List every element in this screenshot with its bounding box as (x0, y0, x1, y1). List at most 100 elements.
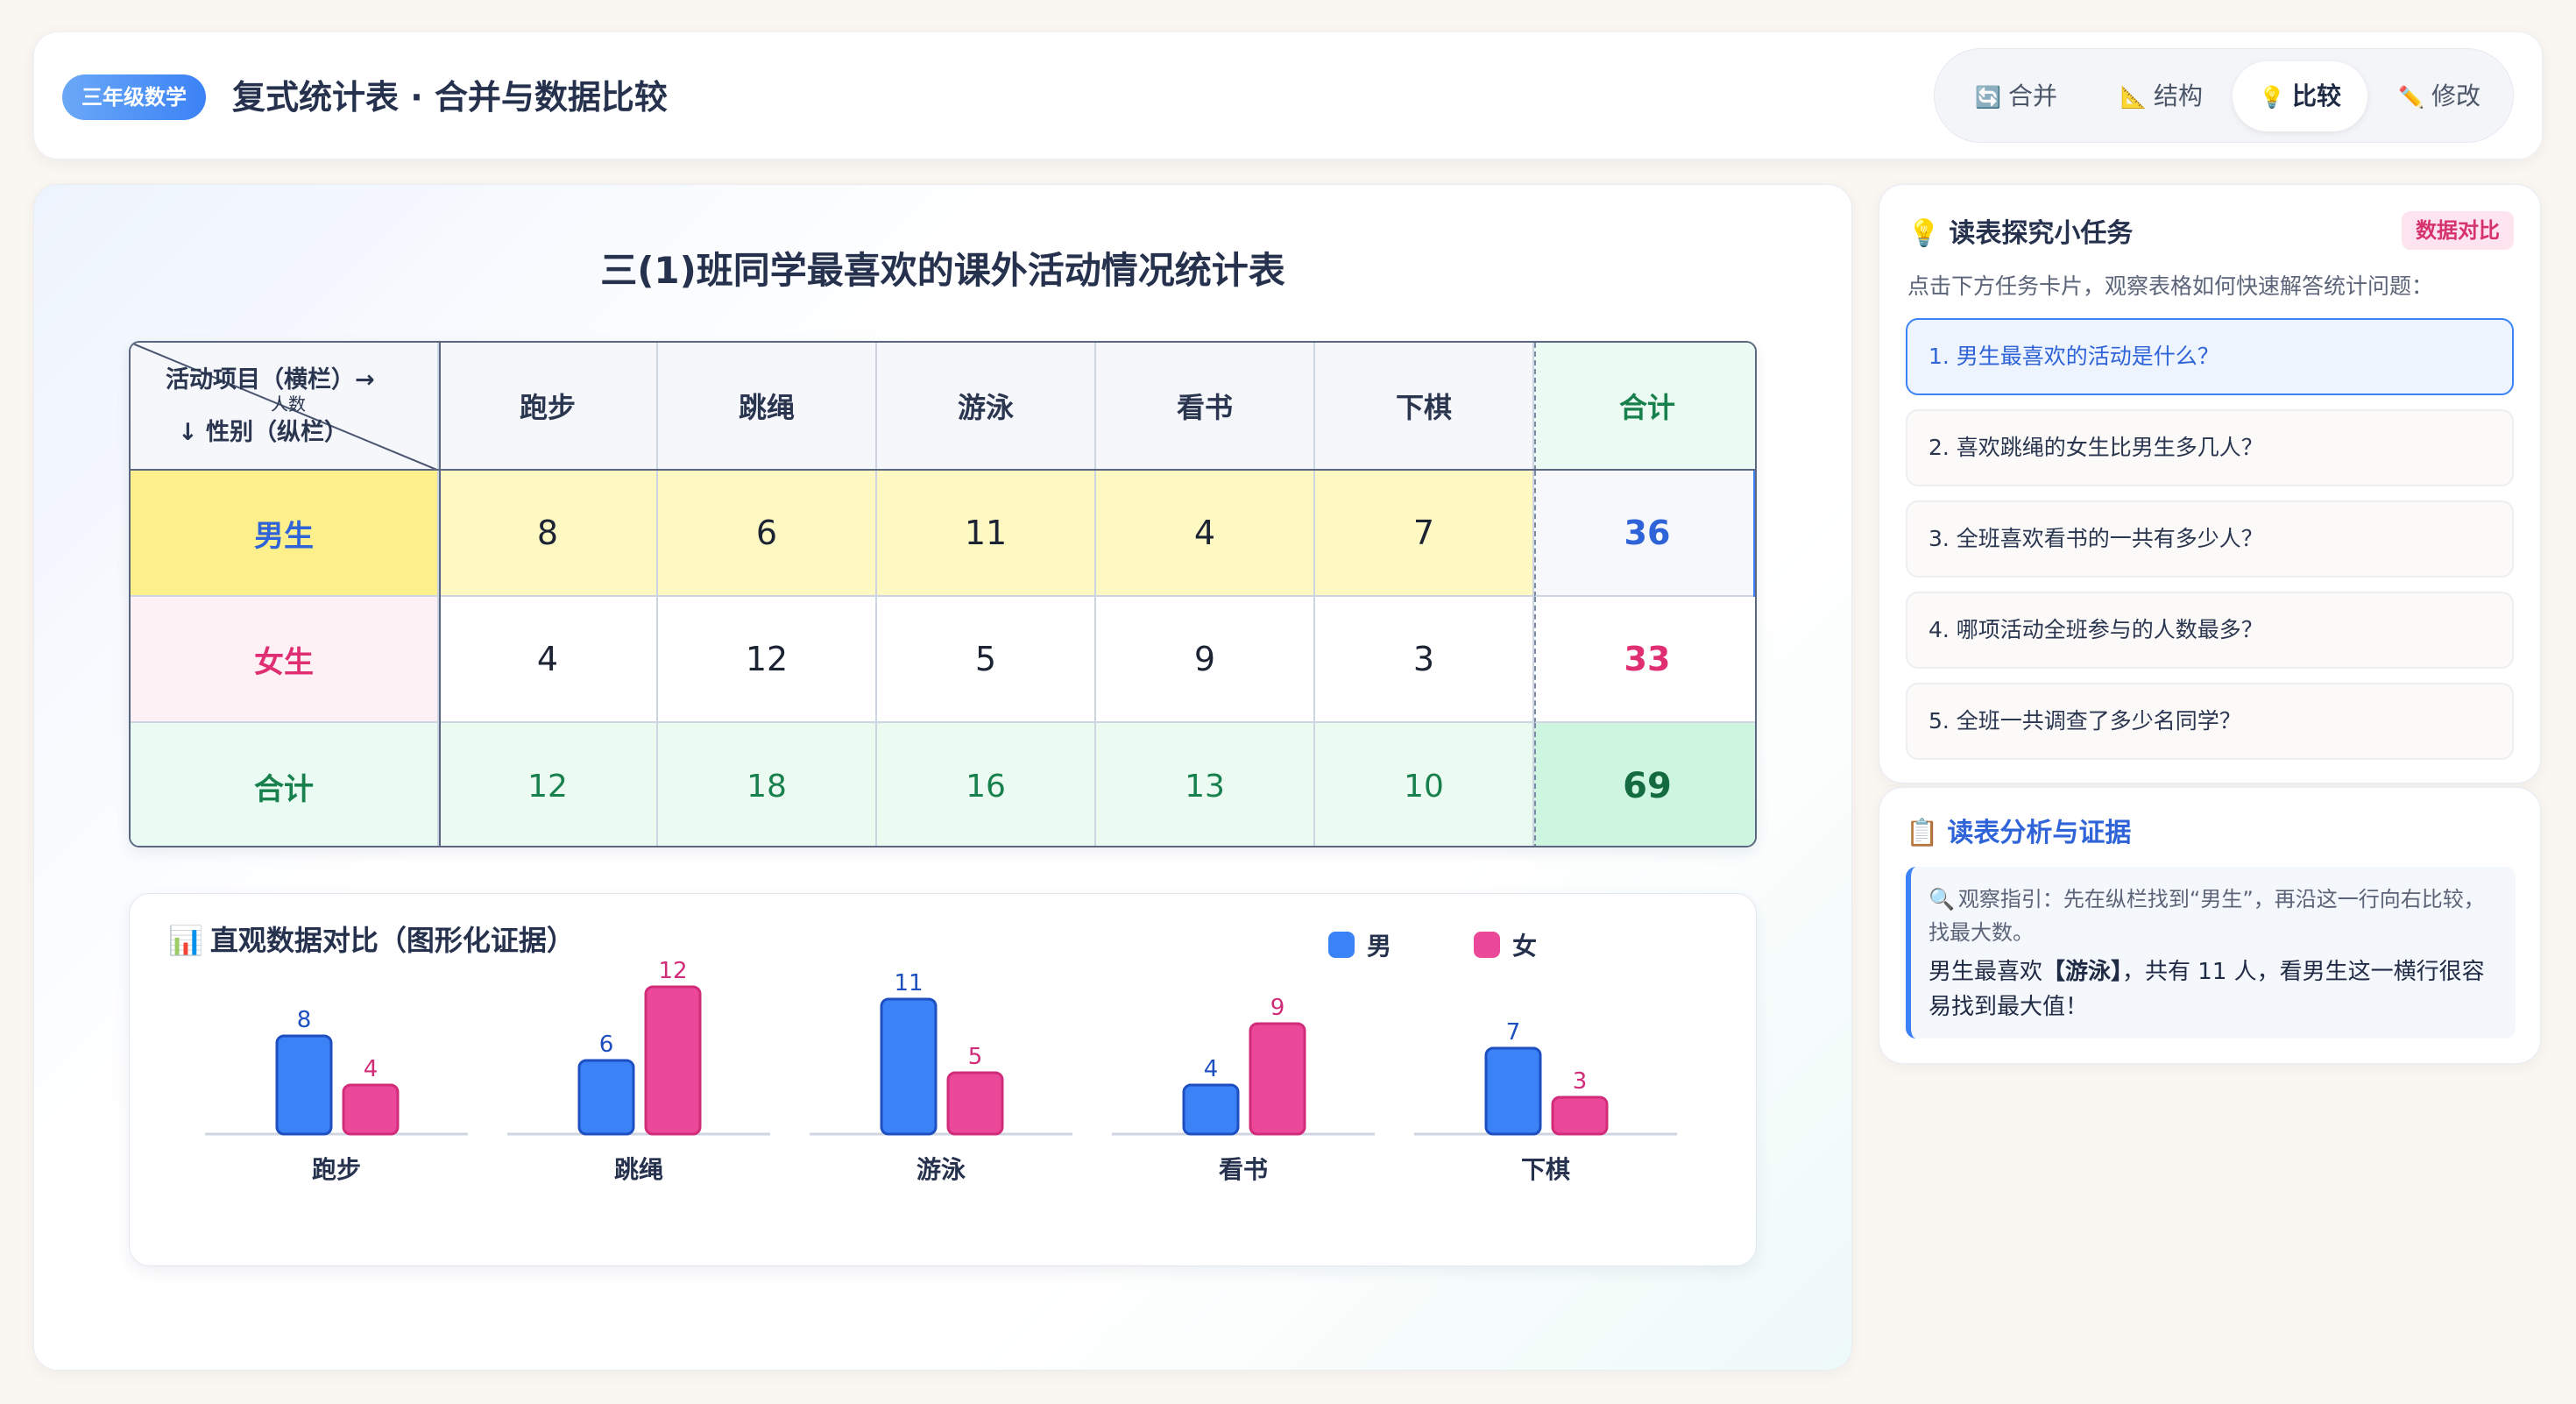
ruler-icon: 📐 (2120, 85, 2147, 110)
table-cell-total: 10 (1315, 723, 1534, 846)
task-hint: 点击下方任务卡片，观察表格如何快速解答统计问题： (1907, 273, 2434, 299)
chart-title-text: 直观数据对比（图形化证据） (209, 924, 575, 957)
tab-structure[interactable]: 📐 结构 (2089, 61, 2234, 131)
task-card-5[interactable]: 5. 全班一共调查了多少名同学？ (1906, 683, 2514, 760)
analysis-title-text: 读表分析与证据 (1947, 818, 2132, 848)
grade-badge: 三年级数学 (62, 74, 206, 120)
refresh-icon: 🔄 (1975, 85, 2001, 110)
bar-boys (275, 1034, 333, 1136)
table-corner-cell: 活动项目（横栏）→ 人数 ↓ 性别（纵栏） (131, 343, 439, 471)
data-label: 6 (599, 1032, 614, 1058)
tab-merge[interactable]: 🔄 合并 (1950, 61, 2082, 131)
bar-girls (1249, 1022, 1306, 1136)
tab-compare[interactable]: 💡 比较 (2233, 61, 2367, 131)
col-header: 跑步 (439, 343, 658, 471)
answer-prefix: 男生最喜欢 (1928, 959, 2043, 985)
table-cell: 7 (1315, 471, 1534, 597)
data-label: 3 (1573, 1068, 1588, 1095)
task-card-4[interactable]: 4. 哪项活动全班参与的人数最多？ (1906, 592, 2514, 669)
bar-boys (1484, 1046, 1542, 1136)
bar-boys (880, 997, 938, 1136)
table-cell: 8 (439, 471, 658, 597)
top-header: 三年级数学 复式统计表 · 合并与数据比较 🔄 合并 📐 结构 💡 比较 ✏️ 修改 (33, 32, 2543, 160)
data-label: 9 (1270, 995, 1285, 1021)
data-label: 12 (658, 958, 687, 984)
header-row-divider (131, 469, 1755, 471)
grand-total-cell: 69 (1534, 723, 1755, 846)
corner-label-count: 人数 (271, 394, 306, 415)
task-card-3[interactable]: 3. 全班喜欢看书的一共有多少人？ (1906, 500, 2514, 578)
x-tick-label: 游泳 (916, 1155, 966, 1184)
col-header-total: 合计 (1534, 343, 1755, 471)
legend-swatch-pink (1474, 932, 1500, 958)
data-label: 11 (894, 970, 923, 996)
task-panel-title-text: 读表探究小任务 (1949, 218, 2134, 249)
table-cell-total: 13 (1096, 723, 1315, 846)
task-panel: 💡 读表探究小任务 数据对比 点击下方任务卡片，观察表格如何快速解答统计问题： 1… (1879, 184, 2541, 784)
table-cell: 5 (877, 597, 1096, 723)
col-header: 跳绳 (658, 343, 877, 471)
analysis-title: 📋 读表分析与证据 (1906, 811, 2131, 849)
answer-highlight: 【游泳】 (2042, 959, 2123, 985)
table-cell: 3 (1315, 597, 1534, 723)
row-total-boys: 36 (1534, 471, 1755, 597)
tab-label: 修改 (2431, 82, 2480, 110)
pencil-icon: ✏️ (2398, 85, 2424, 110)
table-cell: 4 (1096, 471, 1315, 597)
table-cell-total: 18 (658, 723, 877, 846)
status-badge: 数据对比 (2402, 211, 2514, 250)
highlight-edge (1753, 471, 1755, 597)
row-header-total: 合计 (131, 723, 439, 846)
legend-item-boys: 男 (1328, 927, 1391, 962)
mode-tab-bar: 🔄 合并 📐 结构 💡 比较 ✏️ 修改 (1934, 48, 2514, 143)
row-header-boys[interactable]: 男生 (131, 471, 439, 597)
comparison-chart-panel: 8 4 跑步 6 12 跳绳 11 5 游泳 4 9 看书 7 3 下棋 📊 直观数据对比（图形化证据） 男 … (129, 893, 1757, 1266)
bar-boys (577, 1059, 635, 1136)
data-label: 7 (1506, 1019, 1521, 1046)
legend-label: 女 (1512, 932, 1538, 961)
task-card-2[interactable]: 2. 喜欢跳绳的女生比男生多几人？ (1906, 409, 2514, 486)
compound-stat-table: 活动项目（横栏）→ 人数 ↓ 性别（纵栏） 跑步 跳绳 游泳 看书 下棋 合计 … (129, 341, 1757, 847)
lightbulb-icon: 💡 (1907, 218, 1941, 249)
page-title: 复式统计表 · 合并与数据比较 (232, 78, 668, 117)
legend-swatch-blue (1328, 932, 1355, 958)
table-cell: 12 (658, 597, 877, 723)
table-cell-total: 12 (439, 723, 658, 846)
tab-label: 比较 (2291, 82, 2341, 110)
task-card-1[interactable]: 1. 男生最喜欢的活动是什么？ (1906, 318, 2514, 395)
table-cell: 11 (877, 471, 1096, 597)
data-label: 4 (364, 1056, 379, 1082)
chart-title: 📊 直观数据对比（图形化证据） (168, 918, 575, 959)
x-tick-label: 下棋 (1521, 1155, 1570, 1184)
data-label: 8 (297, 1007, 312, 1033)
table-cell-total: 16 (877, 723, 1096, 846)
row-header-girls[interactable]: 女生 (131, 597, 439, 723)
bar-chart-icon: 📊 (168, 924, 203, 957)
tab-label: 合并 (2007, 82, 2057, 110)
clipboard-icon: 📋 (1906, 818, 1939, 848)
legend-label: 男 (1367, 932, 1392, 961)
observation-guide-text: 观察指引：先在纵栏找到“男生”，再沿这一行向右比较，找最大数。 (1928, 887, 2485, 945)
table-cell: 6 (658, 471, 877, 597)
table-cell: 9 (1096, 597, 1315, 723)
row-total-girls: 33 (1534, 597, 1755, 723)
col-header: 游泳 (877, 343, 1096, 471)
data-label: 5 (968, 1044, 983, 1070)
magnifier-icon: 🔍 (1928, 887, 1955, 911)
bar-girls (644, 985, 702, 1136)
tab-edit[interactable]: ✏️ 修改 (2373, 61, 2506, 131)
bar-girls (946, 1071, 1004, 1136)
data-label: 4 (1204, 1056, 1219, 1082)
main-panel: 三(1)班同学最喜欢的课外活动情况统计表 活动项目（横栏）→ 人数 ↓ 性别（纵… (33, 184, 1852, 1371)
tab-label: 结构 (2153, 82, 2203, 110)
bar-boys (1182, 1083, 1240, 1136)
header-column-divider (439, 343, 441, 846)
col-header: 下棋 (1315, 343, 1534, 471)
bar-girls (342, 1083, 400, 1136)
table-cell: 4 (439, 597, 658, 723)
task-panel-title: 💡 读表探究小任务 (1907, 211, 2133, 250)
observation-guide: 🔍 观察指引：先在纵栏找到“男生”，再沿这一行向右比较，找最大数。 (1928, 883, 2498, 949)
x-tick-label: 跳绳 (614, 1155, 663, 1184)
lightbulb-icon: 💡 (2259, 85, 2285, 110)
corner-label-rows: ↓ 性别（纵栏） (178, 419, 349, 446)
